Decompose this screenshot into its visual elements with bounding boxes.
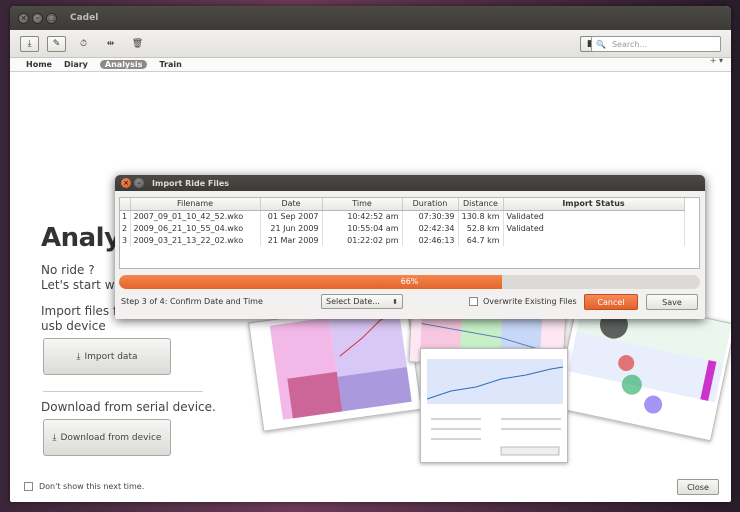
import-data-button[interactable]: ⤓ Import data bbox=[43, 338, 171, 375]
timer-icon[interactable]: ⏱ bbox=[74, 36, 93, 52]
title-bar: × – □ Cadel bbox=[10, 6, 731, 30]
trash-icon[interactable]: 🗑 bbox=[128, 36, 147, 52]
tab-analysis[interactable]: Analysis bbox=[99, 60, 148, 69]
maximize-window-icon[interactable]: □ bbox=[46, 12, 57, 24]
edit-icon[interactable]: ✎ bbox=[47, 35, 66, 52]
download-device-button[interactable]: ⤓ Download from device bbox=[43, 419, 171, 456]
minimize-window-icon[interactable]: – bbox=[32, 12, 43, 24]
import-icon: ⤓ bbox=[76, 351, 81, 362]
col-distance[interactable]: Distance bbox=[458, 198, 504, 211]
select-date-dropdown[interactable]: Select Date... ⬍ bbox=[321, 294, 403, 309]
add-tab-button[interactable]: + ▾ bbox=[710, 56, 723, 65]
dialog-close-icon[interactable]: × bbox=[121, 178, 131, 188]
search-placeholder: Search... bbox=[611, 39, 648, 49]
search-input[interactable]: 🔍 Search... bbox=[591, 36, 721, 52]
col-import-status[interactable]: Import Status bbox=[503, 198, 685, 211]
col-time[interactable]: Time bbox=[322, 198, 403, 211]
divider bbox=[43, 391, 203, 392]
search-icon: 🔍 bbox=[596, 39, 606, 49]
tab-train[interactable]: Train bbox=[159, 60, 181, 69]
col-num bbox=[120, 198, 131, 211]
table-row[interactable]: 1 2007_09_01_10_42_52.wko 01 Sep 2007 10… bbox=[120, 210, 685, 222]
files-table: Filename Date Time Duration Distance Imp… bbox=[119, 197, 700, 269]
table-row[interactable]: 3 2009_03_21_13_22_02.wko 21 Mar 2009 01… bbox=[120, 234, 685, 246]
preview-chart-1 bbox=[248, 300, 422, 432]
table-row[interactable]: 2 2009_06_21_10_55_04.wko 21 Jun 2009 10… bbox=[120, 222, 685, 234]
dialog-title: Import Ride Files bbox=[152, 178, 230, 188]
save-button[interactable]: Save bbox=[646, 294, 698, 310]
dont-show-label: Don't show this next time. bbox=[39, 482, 145, 491]
window-title: Cadel bbox=[70, 13, 99, 23]
col-filename[interactable]: Filename bbox=[130, 198, 261, 211]
dont-show-checkbox[interactable] bbox=[24, 482, 33, 491]
table-header: Filename Date Time Duration Distance Imp… bbox=[120, 198, 685, 211]
overwrite-checkbox[interactable] bbox=[469, 297, 478, 306]
import-text: Import files fr usb device bbox=[41, 304, 123, 333]
close-window-icon[interactable]: × bbox=[18, 12, 29, 24]
overwrite-row: Overwrite Existing Files bbox=[469, 297, 577, 306]
split-icon[interactable]: ⇹ bbox=[101, 36, 120, 52]
col-date[interactable]: Date bbox=[260, 198, 323, 211]
no-ride-text: No ride ? Let's start w bbox=[41, 263, 115, 292]
toolbar: ⤓ ✎ ⏱ ⇹ 🗑 ▮ ▭ ⊞ 🔍 Search... bbox=[10, 30, 731, 58]
preview-chart-4 bbox=[420, 348, 568, 463]
import-progress-bar: 66% bbox=[119, 275, 700, 289]
col-duration[interactable]: Duration bbox=[402, 198, 459, 211]
cancel-button[interactable]: Cancel bbox=[584, 294, 638, 310]
dont-show-checkbox-row: Don't show this next time. bbox=[24, 482, 144, 491]
download-device-icon: ⤓ bbox=[52, 432, 57, 443]
import-dialog: × – Import Ride Files Filename Date Time… bbox=[115, 175, 705, 319]
dialog-title-bar: × – Import Ride Files bbox=[115, 175, 705, 191]
close-button[interactable]: Close bbox=[677, 479, 719, 495]
download-icon[interactable]: ⤓ bbox=[20, 35, 39, 52]
page-heading: Analy bbox=[41, 223, 121, 253]
overwrite-label: Overwrite Existing Files bbox=[483, 297, 577, 306]
serial-text: Download from serial device. bbox=[41, 400, 216, 414]
view-tabs: Home Diary Analysis Train bbox=[10, 58, 731, 72]
progress-label: 66% bbox=[400, 277, 419, 286]
tab-diary[interactable]: Diary bbox=[64, 60, 88, 69]
dialog-minimize-icon[interactable]: – bbox=[134, 178, 144, 188]
dropdown-arrows-icon: ⬍ bbox=[392, 297, 398, 306]
step-label: Step 3 of 4: Confirm Date and Time bbox=[121, 297, 263, 306]
tab-home[interactable]: Home bbox=[26, 60, 52, 69]
